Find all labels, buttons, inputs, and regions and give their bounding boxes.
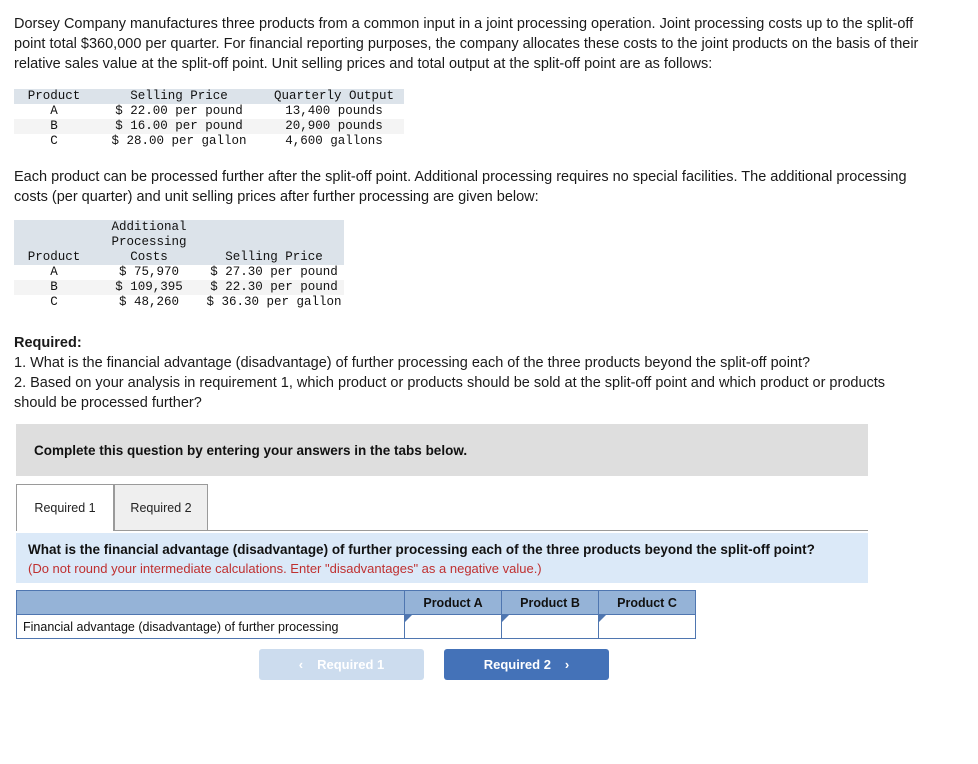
answer-grid-corner-header — [16, 590, 405, 615]
question-panel: What is the financial advantage (disadva… — [16, 533, 868, 583]
cell-corner-marker-icon — [405, 615, 412, 622]
answer-grid-row-label: Financial advantage (disadvantage) of fu… — [16, 614, 405, 639]
cell-quarterly-output: 4,600 gallons — [285, 134, 383, 148]
header-processing: Processing — [94, 235, 204, 250]
table-header-row: Product Selling Price Quarterly Output — [14, 89, 404, 104]
tab-required-1-label: Required 1 — [34, 501, 96, 515]
question-note: (Do not round your intermediate calculat… — [28, 561, 542, 576]
answer-input-product-c[interactable] — [598, 614, 696, 639]
cell-cost: $ 75,970 — [118, 265, 179, 279]
answer-grid-row: Financial advantage (disadvantage) of fu… — [16, 614, 696, 639]
next-required-2-label: Required 2 — [483, 657, 551, 672]
cell-cost: $ 109,395 — [94, 280, 204, 295]
cell-cost: $ 48,260 — [118, 295, 179, 309]
cell-product: C — [50, 295, 58, 309]
column-header-product: Product — [14, 89, 94, 104]
next-required-2-button[interactable]: Required 2 › — [444, 649, 609, 680]
banner-text: Complete this question by entering your … — [34, 442, 468, 458]
chevron-right-icon: › — [564, 657, 570, 672]
prev-required-1-button[interactable]: ‹ Required 1 — [259, 649, 424, 680]
table-header-line-2: Processing — [14, 235, 344, 250]
column-header-product: Product — [14, 250, 94, 265]
table-header-row: Product Costs Selling Price — [14, 250, 344, 265]
answer-input-product-a[interactable] — [404, 614, 502, 639]
column-header-selling-price: Selling Price — [204, 250, 344, 265]
answer-grid-header-row: Product A Product B Product C — [16, 590, 696, 615]
cell-selling-price: $ 36.30 per gallon — [206, 295, 342, 309]
table-row: A $ 75,970 $ 27.30 per pound — [14, 265, 344, 280]
cell-quarterly-output: 13,400 pounds — [285, 104, 383, 118]
header-additional: Additional — [94, 220, 204, 235]
navigation-bar: ‹ Required 1 Required 2 › — [259, 649, 609, 680]
answer-grid-header-product-a: Product A — [404, 590, 502, 615]
question-text: What is the financial advantage (disadva… — [28, 542, 815, 557]
answer-grid-header-product-b: Product B — [501, 590, 599, 615]
cell-product: B — [14, 119, 94, 134]
column-header-costs: Costs — [94, 250, 204, 265]
complete-question-banner: Complete this question by entering your … — [16, 424, 868, 476]
answer-grid-header-product-c: Product C — [598, 590, 696, 615]
further-processing-table: Additional Processing Product Costs Sell… — [14, 220, 344, 310]
table-row: B $ 109,395 $ 22.30 per pound — [14, 280, 344, 295]
cell-selling-price: $ 28.00 per gallon — [111, 134, 247, 148]
tab-strip-underline — [16, 530, 868, 531]
cell-selling-price: $ 27.30 per pound — [210, 265, 338, 279]
cell-corner-marker-icon — [502, 615, 509, 622]
answer-grid: Product A Product B Product C Financial … — [16, 590, 696, 639]
required-item-1: 1. What is the financial advantage (disa… — [14, 355, 811, 371]
required-block: Required: 1. What is the financial advan… — [14, 333, 914, 413]
spacer-cell — [204, 235, 344, 250]
table-row: B $ 16.00 per pound 20,900 pounds — [14, 119, 404, 134]
table-row: C $ 28.00 per gallon 4,600 gallons — [14, 134, 404, 149]
required-heading: Required: — [14, 335, 82, 351]
table-header-line-1: Additional — [14, 220, 344, 235]
tab-required-2[interactable]: Required 2 — [114, 484, 208, 530]
cell-selling-price: $ 22.00 per pound — [115, 104, 243, 118]
chevron-left-icon: ‹ — [298, 657, 304, 672]
cell-product: A — [50, 104, 58, 118]
cell-quarterly-output: 20,900 pounds — [264, 119, 404, 134]
spacer-cell — [204, 220, 344, 235]
cell-selling-price: $ 16.00 per pound — [94, 119, 264, 134]
table-row: A $ 22.00 per pound 13,400 pounds — [14, 104, 404, 119]
cell-product: C — [50, 134, 58, 148]
cell-selling-price: $ 22.30 per pound — [204, 280, 344, 295]
required-item-2: 2. Based on your analysis in requirement… — [14, 375, 886, 411]
column-header-quarterly-output: Quarterly Output — [264, 89, 404, 104]
prev-required-1-label: Required 1 — [317, 657, 385, 672]
cell-product: B — [14, 280, 94, 295]
cell-product: A — [50, 265, 58, 279]
table-row: C $ 48,260 $ 36.30 per gallon — [14, 295, 344, 310]
column-header-selling-price: Selling Price — [94, 89, 264, 104]
answer-input-product-b[interactable] — [501, 614, 599, 639]
tab-strip: Required 1 Required 2 — [16, 484, 868, 532]
tab-required-1[interactable]: Required 1 — [16, 484, 114, 531]
spacer-cell — [14, 220, 94, 235]
problem-paragraph-1: Dorsey Company manufactures three produc… — [14, 16, 919, 72]
problem-paragraph-2: Each product can be processed further af… — [14, 169, 907, 205]
spacer-cell — [14, 235, 94, 250]
cell-corner-marker-icon — [599, 615, 606, 622]
tab-required-2-label: Required 2 — [130, 500, 192, 515]
joint-products-table: Product Selling Price Quarterly Output A… — [14, 89, 404, 149]
